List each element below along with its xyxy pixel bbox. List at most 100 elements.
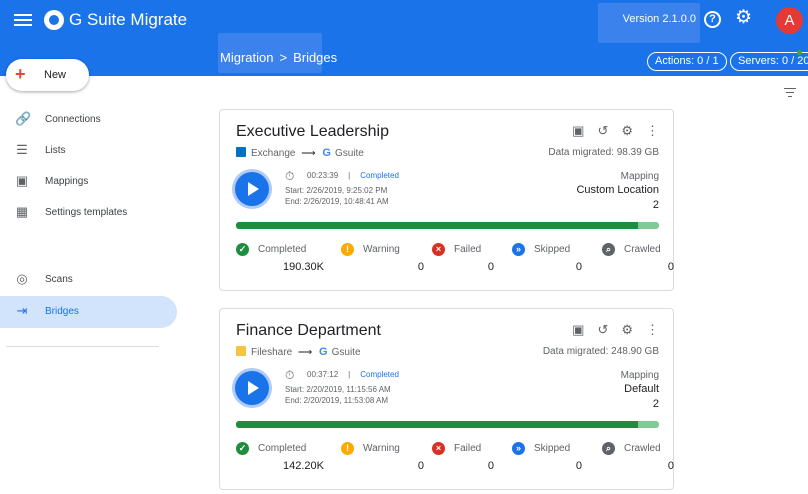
sidebar-item-label: Lists	[45, 145, 66, 156]
sidebar-item-mappings[interactable]: ▣ Mappings	[0, 166, 177, 198]
more-vert-icon[interactable]: ⋮	[646, 322, 659, 337]
separator: |	[348, 370, 351, 379]
sidebar-item-connections[interactable]: 🔗 Connections	[0, 104, 177, 136]
bridge-source-target: Fileshare ⟶ G Gsuite	[236, 346, 361, 358]
stat-failed[interactable]: × Failed 0	[432, 243, 522, 278]
source-name: Exchange	[251, 148, 296, 159]
check-circle-icon: ✓	[236, 442, 249, 455]
history-icon[interactable]: ↺	[597, 123, 608, 138]
bridge-title[interactable]: Executive Leadership	[236, 123, 389, 141]
stat-warning[interactable]: ! Warning 0	[341, 243, 431, 278]
settings-gear-icon[interactable]: ⚙	[621, 123, 633, 138]
mapping-label: Mapping	[620, 171, 659, 182]
stat-value: 0	[667, 261, 674, 273]
sidebar-divider	[6, 346, 159, 347]
stat-skipped[interactable]: » Skipped 0	[512, 442, 602, 477]
servers-pill[interactable]: Servers: 0 / 20	[730, 52, 808, 71]
stat-completed[interactable]: ✓ Completed 190.30K	[236, 243, 326, 278]
stat-value: 190.30K	[283, 261, 324, 273]
duration: 00:23:39	[307, 171, 339, 180]
status-text: Completed	[360, 370, 399, 379]
bridge-card[interactable]: Executive Leadership Exchange ⟶ G Gsuite ▣ ↺…	[219, 109, 674, 291]
settings-gear-icon[interactable]: ⚙	[735, 7, 752, 29]
skip-icon: »	[512, 442, 525, 455]
bridge-title[interactable]: Finance Department	[236, 322, 381, 340]
start-time: Start: 2/20/2019, 11:15:56 AM	[285, 385, 391, 394]
check-circle-icon: ✓	[236, 243, 249, 256]
stat-crawled[interactable]: ⌕ Crawled 0	[602, 442, 692, 477]
map-icon[interactable]: ▣	[572, 322, 584, 337]
sidebar-item-bridges[interactable]: ⇥ Bridges	[0, 296, 177, 328]
exchange-icon	[236, 147, 246, 157]
timer-icon: ⏱	[285, 169, 295, 183]
version-text: Version 2.1.0.0	[622, 13, 696, 25]
stat-value: 0	[667, 460, 674, 472]
breadcrumb: Migration > Bridges	[220, 50, 337, 65]
sidebar-item-settings-templates[interactable]: ▦ Settings templates	[0, 197, 177, 229]
stat-crawled[interactable]: ⌕ Crawled 0	[602, 243, 692, 278]
actions-pill[interactable]: Actions: 0 / 1	[647, 52, 727, 71]
separator: |	[348, 171, 351, 180]
stat-label: Crawled	[624, 443, 661, 454]
mapping-count: 2	[652, 199, 659, 211]
version-label: Version 2.1.0.0	[598, 3, 700, 43]
stat-value: 0	[487, 460, 494, 472]
mapping-value[interactable]: Custom Location	[576, 184, 659, 196]
map-icon[interactable]: ▣	[572, 123, 584, 138]
error-icon: ×	[432, 243, 445, 256]
source-name: Fileshare	[251, 347, 293, 358]
start-time: Start: 2/26/2019, 9:25:02 PM	[285, 186, 388, 195]
breadcrumb-current: Bridges	[293, 50, 338, 65]
stat-completed[interactable]: ✓ Completed 142.20K	[236, 442, 326, 477]
bridge-source-target: Exchange ⟶ G Gsuite	[236, 147, 364, 159]
top-app-bar: G Suite Migrate Version 2.1.0.0 ? ⚙ A Mi…	[0, 0, 808, 76]
stat-value: 0	[575, 460, 582, 472]
stat-label: Skipped	[534, 244, 571, 255]
scan-icon: ◎	[16, 271, 28, 286]
sidebar-item-label: Mappings	[45, 176, 89, 187]
mapping-label: Mapping	[620, 370, 659, 381]
server-status-dot	[797, 50, 802, 55]
map-icon: ▣	[15, 173, 29, 188]
avatar[interactable]: A	[776, 7, 803, 34]
skip-icon: »	[512, 243, 525, 256]
stat-label: Completed	[258, 244, 307, 255]
stat-failed[interactable]: × Failed 0	[432, 442, 522, 477]
play-button[interactable]	[235, 172, 269, 206]
more-vert-icon[interactable]: ⋮	[646, 123, 659, 138]
data-migrated: Data migrated: 248.90 GB	[542, 346, 659, 357]
app-title: G Suite Migrate	[69, 10, 188, 29]
data-migrated: Data migrated: 98.39 GB	[548, 147, 659, 158]
filter-icon[interactable]	[784, 88, 796, 100]
app-logo-icon	[44, 10, 64, 30]
sidebar-item-scans[interactable]: ◎ Scans	[0, 264, 177, 296]
plus-icon: +	[15, 64, 26, 84]
duration-row: 00:23:39 | Completed	[307, 171, 399, 180]
help-icon[interactable]: ?	[704, 11, 721, 28]
history-icon[interactable]: ↺	[597, 322, 608, 337]
bridge-card[interactable]: Finance Department Fileshare ⟶ G Gsuite ▣ ↺ ⚙…	[219, 308, 674, 490]
stat-value: 0	[417, 261, 424, 273]
timer-icon: ⏱	[285, 368, 295, 382]
stat-label: Warning	[363, 443, 400, 454]
search-icon: ⌕	[602, 243, 615, 256]
stat-warning[interactable]: ! Warning 0	[341, 442, 431, 477]
play-button[interactable]	[235, 371, 269, 405]
stat-label: Completed	[258, 443, 307, 454]
settings-gear-icon[interactable]: ⚙	[621, 322, 633, 337]
search-icon: ⌕	[602, 442, 615, 455]
stat-label: Skipped	[534, 443, 571, 454]
menu-icon[interactable]	[14, 11, 32, 29]
progress-bar	[236, 421, 659, 428]
duration-row: 00:37:12 | Completed	[307, 370, 399, 379]
breadcrumb-root[interactable]: Migration	[220, 50, 273, 65]
stat-value: 0	[417, 460, 424, 472]
progress-bar	[236, 222, 659, 229]
new-button[interactable]: + New	[6, 59, 89, 91]
stat-skipped[interactable]: » Skipped 0	[512, 243, 602, 278]
mapping-value[interactable]: Default	[624, 383, 659, 395]
end-time: End: 2/20/2019, 11:53:08 AM	[285, 396, 389, 405]
sidebar-item-lists[interactable]: ☰ Lists	[0, 135, 177, 167]
sidebar-item-label: Bridges	[45, 306, 79, 317]
google-icon: G	[322, 147, 331, 159]
